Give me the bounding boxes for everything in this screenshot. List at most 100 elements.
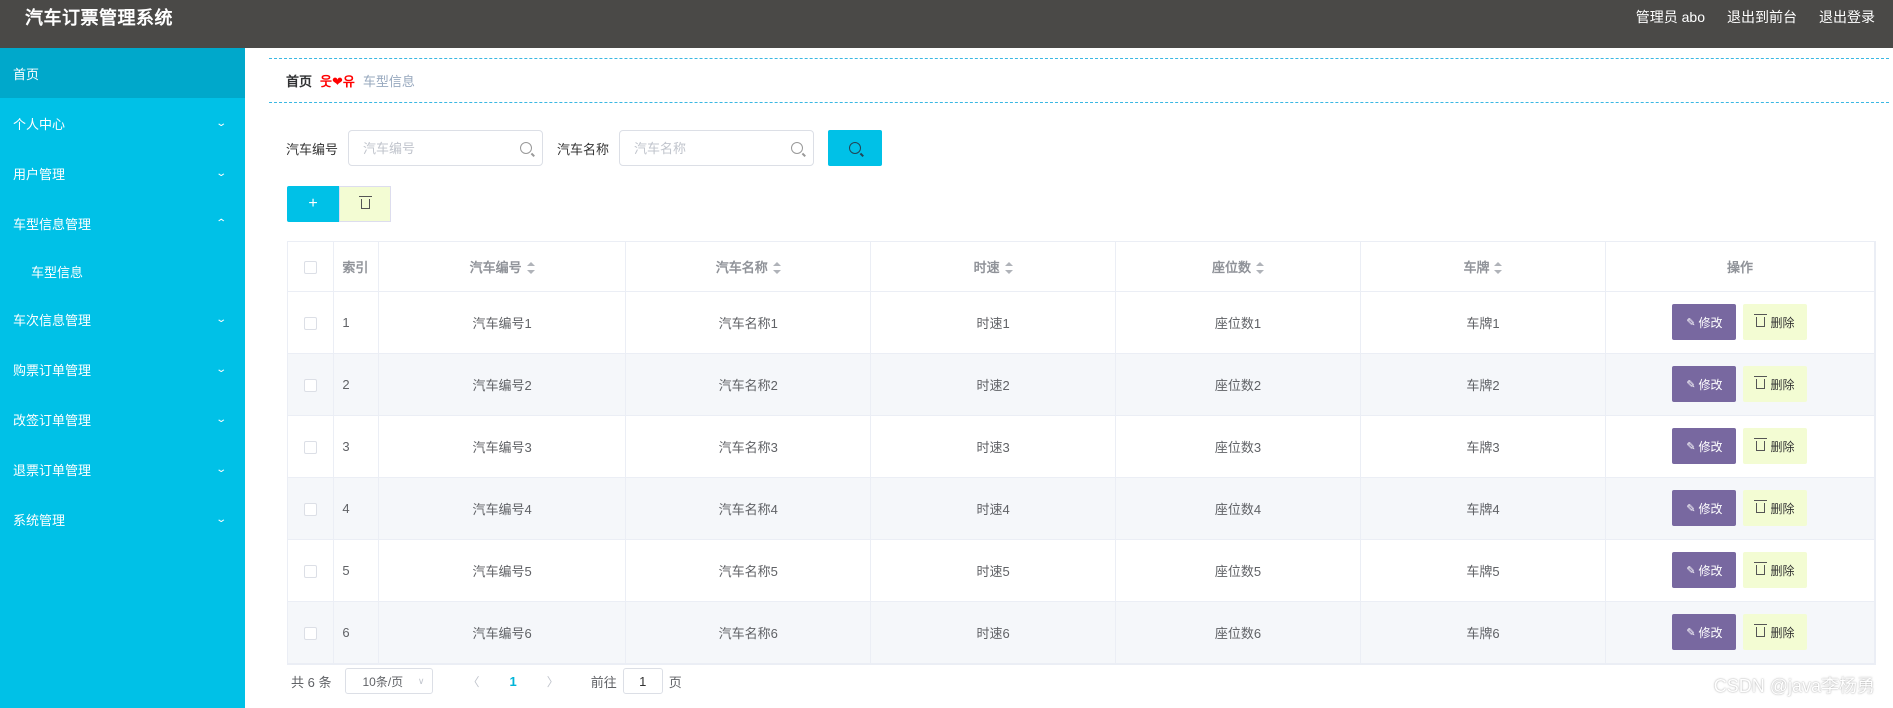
- sidebar-item-label: 车次信息管理: [13, 312, 92, 328]
- sort-icon[interactable]: [772, 262, 781, 275]
- edit-button[interactable]: ✎ 修改: [1672, 366, 1737, 402]
- page-size-select[interactable]: 10条/页 ∨: [345, 668, 434, 694]
- edit-button[interactable]: ✎ 修改: [1672, 614, 1737, 650]
- row-actions: ✎ 修改 删除: [1606, 490, 1874, 526]
- sort-icon[interactable]: [1004, 262, 1013, 275]
- header-car-name[interactable]: 汽车名称: [625, 242, 872, 292]
- breadcrumb-separator: 웃❤유: [320, 74, 355, 89]
- edit-button[interactable]: ✎ 修改: [1672, 552, 1737, 588]
- breadcrumb-home[interactable]: 首页: [286, 71, 312, 90]
- row-actions: ✎ 修改 删除: [1606, 428, 1874, 464]
- delete-button[interactable]: 删除: [1743, 304, 1808, 340]
- sidebar-item-change-order-management[interactable]: 改签订单管理 ⌄: [0, 394, 245, 444]
- sidebar-item-car-type-management[interactable]: 车型信息管理 ⌃: [0, 198, 245, 248]
- edit-icon: ✎: [1686, 316, 1696, 329]
- edit-icon: ✎: [1686, 378, 1696, 391]
- cell-speed: 时速3: [870, 415, 1117, 478]
- sidebar-item-label: 退票订单管理: [13, 462, 92, 478]
- cell-ops: ✎ 修改 删除: [1605, 601, 1876, 664]
- goto-prefix: 前往: [590, 674, 617, 690]
- sidebar-item-trip-management[interactable]: 车次信息管理 ⌄: [0, 294, 245, 344]
- sidebar-item-home[interactable]: 首页: [0, 48, 245, 98]
- select-all-checkbox[interactable]: [304, 260, 318, 274]
- car-no-input[interactable]: [363, 140, 514, 156]
- header-speed[interactable]: 时速: [870, 242, 1117, 292]
- cell-seats: 座位数5: [1115, 539, 1361, 602]
- cell-car-name: 汽车名称6: [625, 601, 872, 664]
- table-row: 3 汽车编号3 汽车名称3 时速3 座位数3 车牌3 ✎ 修改 删除: [288, 415, 1876, 478]
- prev-page-button[interactable]: 〈: [467, 673, 479, 690]
- sidebar-item-user-management[interactable]: 用户管理 ⌄: [0, 148, 245, 198]
- trash-icon: [1754, 624, 1768, 637]
- row-select-cell: [288, 291, 335, 354]
- delete-button[interactable]: 删除: [1743, 490, 1808, 526]
- sidebar-subitem-car-type-info[interactable]: 车型信息: [0, 248, 245, 294]
- back-to-front-link[interactable]: 退出到前台: [1727, 7, 1797, 27]
- trash-icon: [1754, 438, 1768, 451]
- plus-icon: +: [308, 195, 318, 212]
- search-button[interactable]: [828, 130, 883, 166]
- header-seats[interactable]: 座位数: [1115, 242, 1361, 292]
- page-size-value: 10条/页: [362, 674, 404, 689]
- row-checkbox[interactable]: [304, 378, 318, 392]
- edit-button-label: 修改: [1698, 315, 1723, 330]
- row-checkbox[interactable]: [304, 502, 318, 516]
- sidebar-item-ticket-order-management[interactable]: 购票订单管理 ⌄: [0, 344, 245, 394]
- logout-link[interactable]: 退出登录: [1819, 7, 1875, 27]
- chevron-down-icon: ⌄: [214, 313, 227, 325]
- search-bar: 汽车编号 汽车名称: [286, 130, 883, 166]
- sidebar-item-label: 个人中心: [13, 116, 66, 132]
- goto-page-input[interactable]: 1: [622, 668, 663, 694]
- cell-seats: 座位数2: [1115, 353, 1361, 416]
- cell-seats: 座位数6: [1115, 601, 1361, 664]
- sidebar-item-personal-center[interactable]: 个人中心 ⌄: [0, 98, 245, 148]
- car-no-label: 汽车编号: [286, 141, 339, 157]
- edit-button[interactable]: ✎ 修改: [1672, 428, 1737, 464]
- edit-button-label: 修改: [1698, 377, 1723, 392]
- chevron-down-icon: ⌄: [214, 413, 227, 425]
- row-checkbox[interactable]: [304, 626, 318, 640]
- row-checkbox[interactable]: [304, 316, 318, 330]
- cell-plate: 车牌3: [1360, 415, 1606, 478]
- delete-button-label: 删除: [1770, 563, 1795, 578]
- sidebar-item-refund-order-management[interactable]: 退票订单管理 ⌄: [0, 444, 245, 494]
- cell-car-name: 汽车名称4: [625, 477, 872, 540]
- delete-button-label: 删除: [1770, 315, 1795, 330]
- cell-index: 5: [333, 539, 379, 602]
- cell-car-no: 汽车编号1: [378, 291, 627, 354]
- batch-delete-button[interactable]: [339, 186, 391, 222]
- row-actions: ✎ 修改 删除: [1606, 304, 1874, 340]
- search-icon: [520, 142, 533, 154]
- add-button[interactable]: +: [287, 186, 339, 222]
- table-row: 4 汽车编号4 汽车名称4 时速4 座位数4 车牌4 ✎ 修改 删除: [288, 477, 1876, 540]
- row-checkbox[interactable]: [304, 440, 318, 454]
- delete-button[interactable]: 删除: [1743, 614, 1808, 650]
- delete-button[interactable]: 删除: [1743, 552, 1808, 588]
- cell-car-name: 汽车名称2: [625, 353, 872, 416]
- admin-label: 管理员 abo: [1635, 9, 1705, 25]
- sort-icon[interactable]: [1494, 262, 1503, 275]
- edit-icon: ✎: [1686, 626, 1696, 639]
- sort-icon[interactable]: [526, 262, 535, 275]
- next-page-button[interactable]: 〉: [547, 673, 559, 690]
- cell-car-no: 汽车编号4: [378, 477, 627, 540]
- car-name-input[interactable]: [634, 140, 785, 156]
- cell-speed: 时速1: [870, 291, 1117, 354]
- row-checkbox[interactable]: [304, 564, 318, 578]
- cell-index: 6: [333, 601, 379, 664]
- header-car-no-label: 汽车编号: [469, 259, 522, 275]
- edit-button[interactable]: ✎ 修改: [1672, 490, 1737, 526]
- page-number-current[interactable]: 1: [509, 674, 516, 689]
- sidebar-item-label: 改签订单管理: [13, 412, 92, 428]
- delete-button[interactable]: 删除: [1743, 366, 1808, 402]
- edit-button[interactable]: ✎ 修改: [1672, 304, 1737, 340]
- header-car-no[interactable]: 汽车编号: [378, 242, 627, 292]
- trash-icon: [1754, 500, 1768, 513]
- top-header: 汽车订票管理系统 管理员 abo 退出到前台 退出登录: [0, 0, 1893, 48]
- delete-button[interactable]: 删除: [1743, 428, 1808, 464]
- sidebar-item-system-management[interactable]: 系统管理 ⌄: [0, 494, 245, 544]
- sort-icon[interactable]: [1256, 262, 1265, 275]
- pagination-total: 共 6 条: [291, 674, 332, 690]
- header-plate[interactable]: 车牌: [1360, 242, 1606, 292]
- header-index: 索引: [333, 242, 379, 292]
